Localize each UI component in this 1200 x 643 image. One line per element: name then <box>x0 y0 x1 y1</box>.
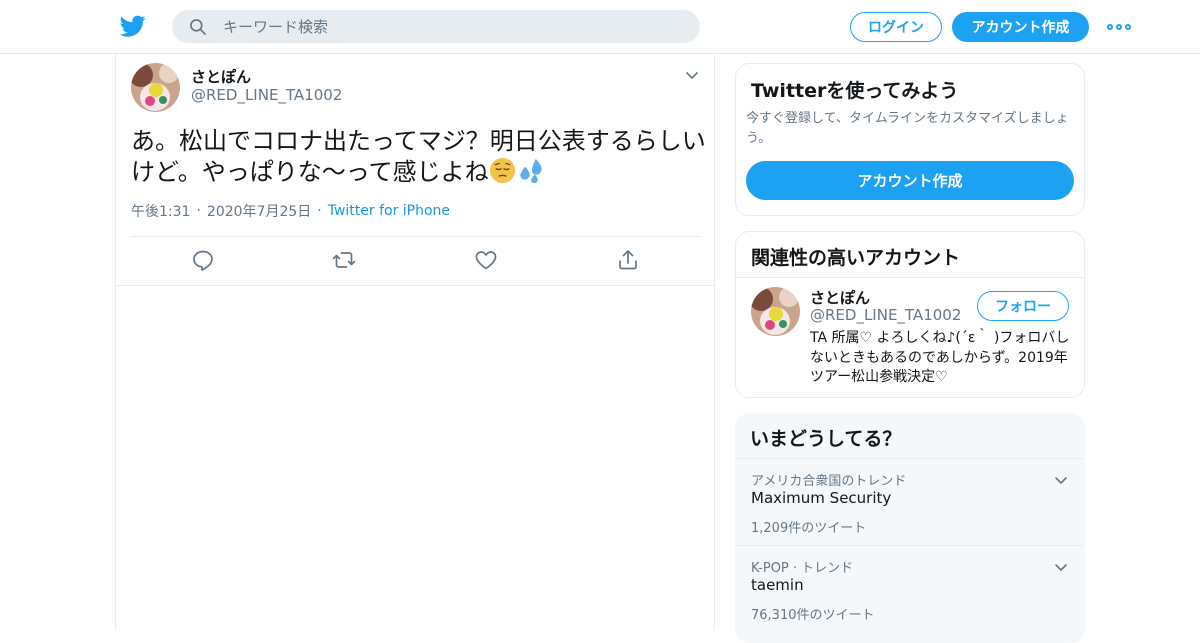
related-account-handle[interactable]: @RED_LINE_TA1002 <box>810 306 961 324</box>
tweet-date[interactable]: 2020年7月25日 <box>207 201 311 221</box>
avatar[interactable] <box>751 287 800 336</box>
trends-card: いまどうしてる？ アメリカ合衆国のトレンド Maximum Security 1… <box>735 413 1085 643</box>
signup-card-button[interactable]: アカウント作成 <box>746 161 1074 200</box>
like-icon[interactable] <box>474 248 498 272</box>
trend-tweet-count: 76,310件のツイート <box>751 608 875 623</box>
top-navigation-bar: ログイン アカウント作成 <box>0 0 1200 54</box>
search-icon <box>190 18 206 35</box>
tweet-text: あ。松山でコロナ出たってマジ？明日公表するらしいけど。やっぱりな〜って感じよね <box>131 126 706 192</box>
sweat-droplets-emoji <box>516 157 546 192</box>
tweet-text-body: あ。松山でコロナ出たってマジ？明日公表するらしいけど。やっぱりな〜って感じよね <box>131 127 706 186</box>
search-input[interactable] <box>223 17 663 36</box>
author-handle[interactable]: @RED_LINE_TA1002 <box>191 86 342 104</box>
related-account-name[interactable]: さとぽん <box>810 287 870 308</box>
trend-context: K-POP · トレンド <box>751 561 854 576</box>
trend-context: アメリカ合衆国のトレンド <box>751 474 907 489</box>
pensive-face-emoji <box>489 157 516 192</box>
follow-button[interactable]: フォロー <box>977 291 1069 321</box>
divider <box>736 277 1084 278</box>
signup-button[interactable]: アカウント作成 <box>952 12 1089 42</box>
divider <box>130 236 700 237</box>
more-options-icon[interactable] <box>1107 18 1131 36</box>
more-dot <box>1116 24 1122 30</box>
chevron-down-icon[interactable] <box>1053 559 1069 575</box>
chevron-down-icon[interactable] <box>1053 472 1069 488</box>
trends-title: いまどうしてる？ <box>750 428 902 450</box>
signup-card-title: Twitterを使ってみよう <box>751 80 959 102</box>
author-name[interactable]: さとぽん <box>191 66 251 87</box>
chevron-down-icon[interactable] <box>684 67 700 83</box>
retweet-icon[interactable] <box>332 248 356 272</box>
related-account-bio: TA 所属♡ よろしくね♪(´ε｀ )フォロバしないときもあるのであしからず。2… <box>810 330 1070 385</box>
login-button[interactable]: ログイン <box>850 12 942 42</box>
tweet-source-link[interactable]: Twitter for iPhone <box>328 203 450 219</box>
avatar[interactable] <box>131 63 180 112</box>
share-icon[interactable] <box>616 248 640 272</box>
divider <box>735 545 1085 546</box>
signup-card-description: 今すぐ登録して、タイムラインをカスタマイズしましょう。 <box>746 111 1069 146</box>
trend-item[interactable]: アメリカ合衆国のトレンド Maximum Security 1,209件のツイー… <box>735 470 1085 545</box>
signup-card: Twitterを使ってみよう 今すぐ登録して、タイムラインをカスタマイズしましょ… <box>735 63 1085 216</box>
separator-dot: · <box>196 203 201 219</box>
tweet-actions <box>116 248 714 274</box>
tweet-time: 午後1:31 <box>131 204 191 220</box>
main-column: さとぽん @RED_LINE_TA1002 あ。松山でコロナ出たってマジ？明日公… <box>115 54 715 630</box>
more-dot <box>1125 24 1131 30</box>
avatar-image <box>751 287 800 336</box>
tweet-metadata: 午後1:31 · 2020年7月25日 · Twitter for iPhone <box>131 201 450 221</box>
related-accounts-title: 関連性の高いアカウント <box>751 247 961 269</box>
reply-icon[interactable] <box>191 248 215 272</box>
tweet: さとぽん @RED_LINE_TA1002 あ。松山でコロナ出たってマジ？明日公… <box>116 54 714 286</box>
trend-name[interactable]: Maximum Security <box>751 489 891 507</box>
more-dot <box>1107 24 1113 30</box>
trend-tweet-count: 1,209件のツイート <box>751 521 867 536</box>
divider <box>735 458 1085 459</box>
separator-dot: · <box>317 203 322 219</box>
trend-name[interactable]: taemin <box>751 576 804 594</box>
twitter-bird-icon[interactable] <box>120 13 146 39</box>
trend-item[interactable]: K-POP · トレンド taemin 76,310件のツイート <box>735 557 1085 632</box>
avatar-image <box>131 63 180 112</box>
related-accounts-card: 関連性の高いアカウント さとぽん @RED_LINE_TA1002 フォロー T… <box>735 231 1085 398</box>
search-bar[interactable] <box>172 10 700 43</box>
